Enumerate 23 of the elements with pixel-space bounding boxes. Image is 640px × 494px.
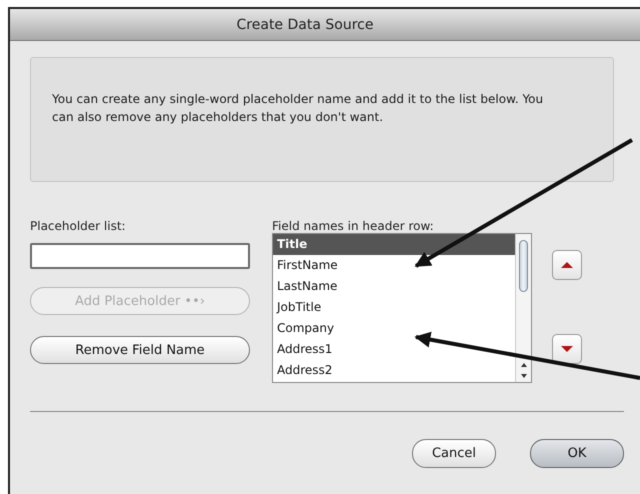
- window-title: Create Data Source: [236, 16, 374, 32]
- description-text: You can create any single-word placeholder name and add it to the list below. You can also remove any placeholders that you don't want.: [52, 91, 544, 126]
- placeholder-field[interactable]: [30, 243, 250, 269]
- scroll-up-icon[interactable]: [520, 362, 528, 368]
- cancel-button[interactable]: Cancel: [412, 439, 496, 468]
- list-item[interactable]: JobTitle: [273, 297, 515, 318]
- ok-button[interactable]: OK: [530, 439, 624, 468]
- scroll-down-icon[interactable]: [520, 373, 528, 379]
- up-triangle-icon: [560, 261, 574, 269]
- list-item[interactable]: FirstName: [273, 255, 515, 276]
- list-item[interactable]: Address1: [273, 339, 515, 360]
- move-up-button[interactable]: [552, 250, 582, 280]
- list-item[interactable]: Company: [273, 318, 515, 339]
- list-item[interactable]: Address2: [273, 360, 515, 381]
- list-label: Field names in header row:: [272, 219, 434, 233]
- scroll-thumb[interactable]: [519, 240, 528, 292]
- scrollbar[interactable]: [515, 234, 531, 382]
- field-label: Placeholder list:: [30, 219, 127, 233]
- list-item[interactable]: Title: [273, 234, 515, 255]
- list-item[interactable]: LastName: [273, 276, 515, 297]
- action-button[interactable]: Remove Field Name: [30, 336, 250, 364]
- down-triangle-icon: [560, 345, 574, 353]
- move-down-button[interactable]: [552, 334, 582, 364]
